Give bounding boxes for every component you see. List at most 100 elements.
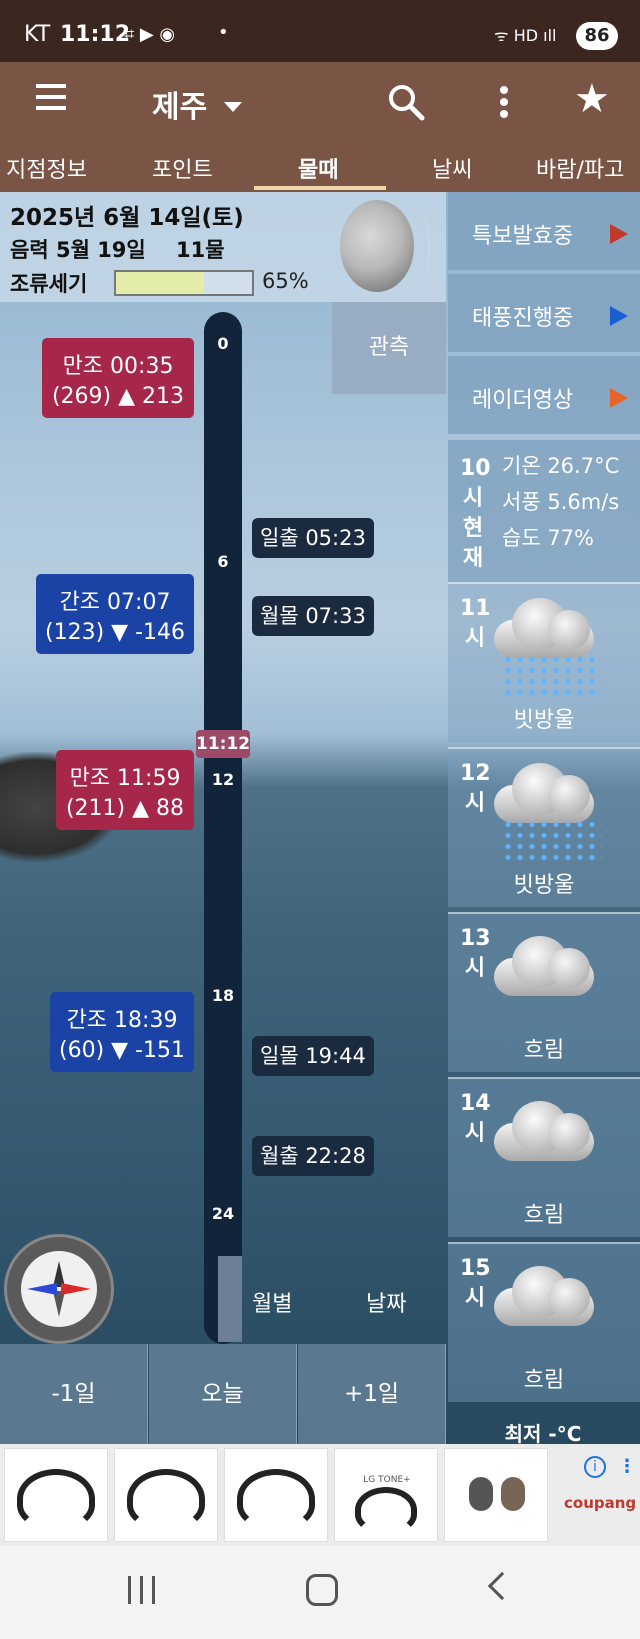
forecast-hour-label: 14시 <box>460 1091 491 1146</box>
alert-label: 특보발효중 <box>472 224 574 249</box>
recents-icon[interactable] <box>128 1576 158 1604</box>
chevron-down-icon[interactable] <box>224 102 242 112</box>
tide-time: 만조 11:59 <box>69 766 181 791</box>
tide-age: 11물 <box>176 238 225 262</box>
app-bar: 제주 ★ <box>0 62 640 142</box>
timeline-tick: 18 <box>211 986 235 1005</box>
current-hour-label: 10시현재 <box>460 456 491 571</box>
low-tide-box[interactable]: 간조 18:39 (60) ▼ -151 <box>50 992 194 1072</box>
tide-level: (211) ▲ 88 <box>65 796 185 821</box>
tab-tide[interactable]: 물때 <box>298 152 338 184</box>
more-options-icon[interactable] <box>492 84 516 120</box>
current-humidity: 습도 77% <box>502 526 594 550</box>
forecast-condition: 흐림 <box>523 1368 565 1393</box>
ad-info-icon[interactable]: i <box>584 1456 606 1478</box>
arrow-right-icon <box>610 388 628 408</box>
current-strength-label: 조류세기 <box>10 272 88 296</box>
tab-weather[interactable]: 날씨 <box>432 152 472 184</box>
arrow-right-icon <box>610 306 628 326</box>
forecast-condition: 빗방울 <box>513 873 575 898</box>
ad-product[interactable]: LG TONE+ <box>334 1448 438 1542</box>
high-tide-box[interactable]: 만조 11:59 (211) ▲ 88 <box>56 750 194 830</box>
system-navigation-bar <box>0 1546 640 1639</box>
rain-drops <box>502 654 602 698</box>
ad-more-icon[interactable]: ⋮ <box>618 1456 636 1477</box>
forecast-condition: 흐림 <box>523 1203 565 1228</box>
right-panel: 특보발효중 태풍진행중 레이더영상 10시현재 기온 26.7°C 서풍 5.6… <box>446 192 640 1447</box>
clock: 11:12 <box>60 22 131 47</box>
tab-wind-wave[interactable]: 바람/파고 <box>536 152 624 184</box>
today-button[interactable]: 오늘 <box>149 1344 297 1444</box>
ad-product[interactable] <box>224 1448 328 1542</box>
day-navigation: -1일 오늘 +1일 <box>0 1344 446 1444</box>
tab-bar: 지점정보 포인트 물때 날씨 바람/파고 <box>0 142 640 192</box>
rain-drops <box>502 819 602 863</box>
cloud-icon <box>488 928 600 1002</box>
location-title[interactable]: 제주 <box>152 82 207 126</box>
moonrise-label: 월출 22:28 <box>252 1136 374 1176</box>
back-icon[interactable] <box>487 1571 517 1601</box>
ad-product-text: LG TONE+ <box>363 1475 411 1485</box>
sunset-label: 일몰 19:44 <box>252 1036 374 1076</box>
forecast-hour-label: 15시 <box>460 1256 491 1311</box>
ad-product[interactable] <box>114 1448 218 1542</box>
next-day-button[interactable]: +1일 <box>298 1344 446 1444</box>
home-icon[interactable] <box>306 1574 338 1606</box>
high-tide-box[interactable]: 만조 00:35 (269) ▲ 213 <box>42 338 194 418</box>
current-strength-percent: 65% <box>262 269 309 293</box>
earbud-image <box>501 1477 525 1511</box>
forecast-hour-label: 13시 <box>460 926 491 981</box>
timeline-scroll-handle[interactable] <box>218 1256 242 1342</box>
current-temp: 기온 26.7°C <box>502 454 620 478</box>
low-tide-box[interactable]: 간조 07:07 (123) ▼ -146 <box>36 574 194 654</box>
date-label[interactable]: 2025년 6월 14일(토) <box>10 198 244 232</box>
current-time-marker: 11:12 <box>196 730 250 758</box>
timeline-tick: 24 <box>211 1204 235 1223</box>
current-weather[interactable]: 10시현재 기온 26.7°C 서풍 5.6m/s 습도 77% <box>448 440 640 582</box>
sunrise-label: 일출 05:23 <box>252 518 374 558</box>
alert-button[interactable]: 특보발효중 <box>448 192 640 270</box>
status-bar: KT 11:12 ⌗ ▶ ◉ • ᯤ HD ıll 86 <box>0 0 640 62</box>
forecast-hour[interactable]: 13시 흐림 <box>448 912 640 1072</box>
search-icon[interactable] <box>386 82 426 122</box>
forecast-hour[interactable]: 12시 빗방울 <box>448 747 640 907</box>
typhoon-button[interactable]: 태풍진행중 <box>448 274 640 352</box>
ad-brand-logo[interactable]: coupang <box>564 1494 636 1512</box>
headset-image <box>237 1469 315 1529</box>
rain-cloud-icon <box>488 755 600 829</box>
monthly-button[interactable]: 월별 <box>252 1286 292 1318</box>
signal-icons: ᯤ HD ıll <box>494 26 557 45</box>
favorite-star-icon[interactable]: ★ <box>574 76 610 122</box>
menu-icon[interactable] <box>36 84 66 114</box>
notification-icons: ⌗ ▶ ◉ <box>124 24 176 45</box>
forecast-hour[interactable]: 14시 흐림 <box>448 1077 640 1237</box>
tab-points[interactable]: 포인트 <box>152 152 213 184</box>
rain-cloud-icon <box>488 590 600 664</box>
forecast-condition: 흐림 <box>523 1038 565 1063</box>
timeline-tick: 0 <box>217 334 229 353</box>
forecast-hour-label: 12시 <box>460 761 491 816</box>
prev-day-button[interactable]: -1일 <box>0 1344 148 1444</box>
date-picker-button[interactable]: 날짜 <box>366 1286 406 1318</box>
tide-level: (60) ▼ -151 <box>59 1038 185 1063</box>
radar-button[interactable]: 레이더영상 <box>448 356 640 434</box>
ad-product[interactable] <box>4 1448 108 1542</box>
tide-timeline[interactable] <box>204 312 242 1344</box>
forecast-hour[interactable]: 15시 흐림 <box>448 1242 640 1402</box>
current-strength-bar <box>114 270 254 296</box>
compass-icon <box>4 1234 114 1344</box>
notification-dot: • <box>218 22 229 43</box>
earbud-image <box>469 1477 493 1511</box>
observation-button[interactable]: 관측 <box>332 302 446 394</box>
forecast-hour-label: 11시 <box>460 596 491 651</box>
radar-label: 레이더영상 <box>472 388 574 413</box>
ad-banner[interactable]: LG TONE+ i ⋮ coupang <box>0 1444 640 1546</box>
tab-spot-info[interactable]: 지점정보 <box>6 152 87 184</box>
headset-image <box>17 1469 95 1529</box>
carrier-label: KT <box>24 22 51 47</box>
forecast-condition: 빗방울 <box>513 708 575 733</box>
typhoon-label: 태풍진행중 <box>472 306 574 331</box>
ad-product[interactable] <box>444 1448 548 1542</box>
forecast-hour[interactable]: 11시 빗방울 <box>448 582 640 742</box>
tide-time: 만조 00:35 <box>62 354 174 379</box>
